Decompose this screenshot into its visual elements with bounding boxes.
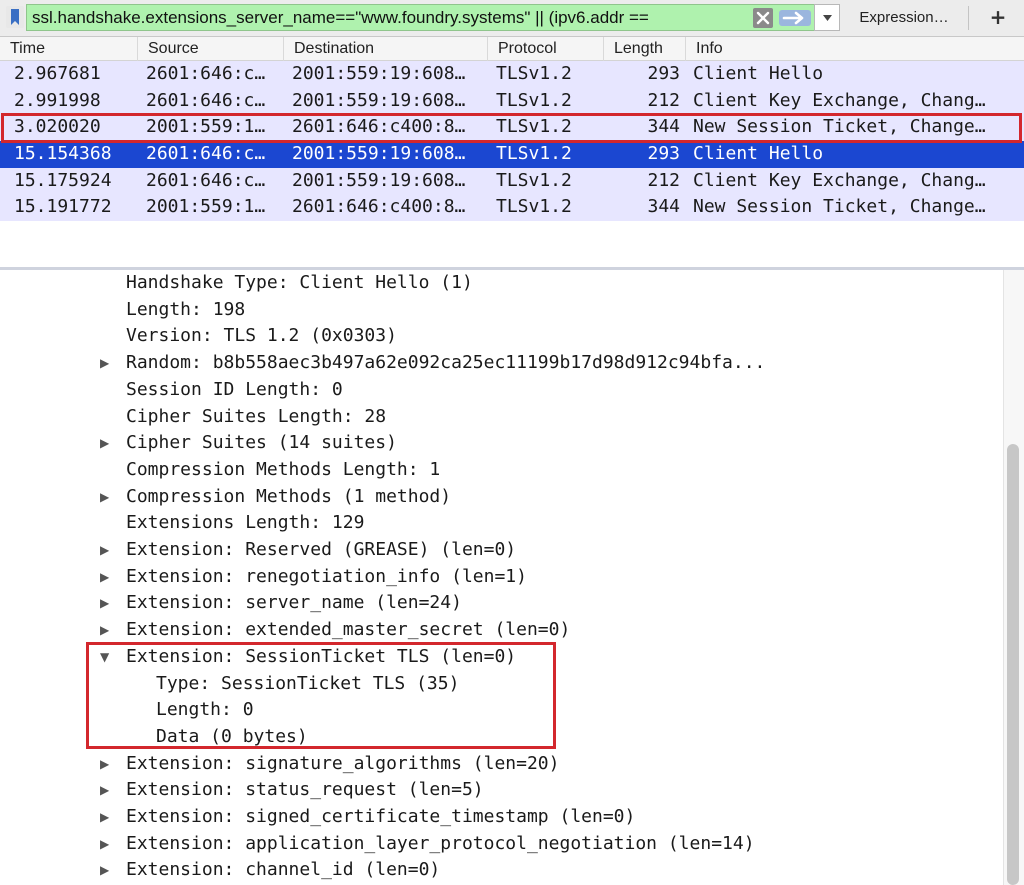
triangle-right-icon[interactable]: ▶ <box>100 350 109 377</box>
protocol-cell: TLSv1.2 <box>496 63 572 84</box>
time-cell: 15.191772 <box>14 196 112 218</box>
source-cell: 2601:646:c… <box>146 169 266 191</box>
detail-tree-item[interactable]: Length: 198 <box>126 297 245 324</box>
packet-details-tree: Handshake Type: Client Hello (1) Length: … <box>0 270 1000 885</box>
detail-tree-item[interactable]: Extension: channel_id (len=0) <box>126 857 440 884</box>
display-filter-input[interactable] <box>26 4 752 31</box>
triangle-right-icon[interactable]: ▶ <box>100 857 109 884</box>
detail-tree-item[interactable]: Random: b8b558aec3b497a62e092ca25ec11199… <box>126 350 765 377</box>
info-cell: Client Hello <box>693 143 824 165</box>
detail-tree-item[interactable]: Extension: extended_master_secret (len=0… <box>126 617 570 644</box>
column-header-time[interactable]: Time <box>0 37 138 61</box>
expression-button[interactable]: Expression… <box>846 3 962 32</box>
destination-cell: 2001:559:19:608… <box>292 169 466 191</box>
destination-cell: 2001:559:19:608… <box>292 63 466 84</box>
detail-tree-item[interactable]: Extension: signed_certificate_timestamp … <box>126 804 635 831</box>
detail-tree-item[interactable]: Cipher Suites (14 suites) <box>126 430 397 457</box>
triangle-right-icon[interactable]: ▶ <box>100 617 109 644</box>
time-cell: 15.175924 <box>14 169 112 191</box>
destination-cell: 2601:646:c400:8… <box>292 196 466 218</box>
detail-tree-item[interactable]: Extension: renegotiation_info (len=1) <box>126 564 527 591</box>
length-cell: 344 <box>647 196 680 218</box>
column-header-source[interactable]: Source <box>138 37 284 61</box>
info-cell: Client Key Exchange, Chang… <box>693 169 986 191</box>
source-cell: 2601:646:c… <box>146 63 266 84</box>
packet-row[interactable]: 2.967681 2601:646:c… 2001:559:19:608… TLSv1… <box>0 61 1024 88</box>
time-cell: 2.991998 <box>14 89 101 111</box>
display-filter-toolbar: Expression… + <box>0 0 1024 37</box>
detail-tree-item[interactable]: Extension: status_request (len=5) <box>126 777 484 804</box>
detail-tree-item[interactable]: Version: TLS 1.2 (0x0303) <box>126 323 397 350</box>
column-header-protocol[interactable]: Protocol <box>488 37 604 61</box>
source-cell: 2601:646:c… <box>146 143 266 165</box>
destination-cell: 2001:559:19:608… <box>292 143 466 165</box>
packet-list-header: Time Source Destination Protocol Length … <box>0 37 1024 61</box>
triangle-right-icon[interactable]: ▶ <box>100 804 109 831</box>
detail-tree-item[interactable]: Extensions Length: 129 <box>126 510 364 537</box>
length-cell: 212 <box>647 89 680 111</box>
destination-cell: 2001:559:19:608… <box>292 89 466 111</box>
detail-tree-item[interactable]: Session ID Length: 0 <box>126 377 343 404</box>
details-scrollbar-thumb[interactable] <box>1007 444 1019 885</box>
column-header-destination[interactable]: Destination <box>284 37 488 61</box>
triangle-right-icon[interactable]: ▶ <box>100 777 109 804</box>
triangle-right-icon[interactable]: ▶ <box>100 590 109 617</box>
column-header-info[interactable]: Info <box>686 37 1024 61</box>
length-cell: 212 <box>647 169 680 191</box>
packet-row[interactable]: 15.154368 2601:646:c… 2001:559:19:608… TLSv… <box>0 141 1024 168</box>
detail-tree-item[interactable]: Extension: server_name (len=24) <box>126 590 462 617</box>
filter-history-dropdown[interactable] <box>814 4 840 31</box>
column-header-length[interactable]: Length <box>604 37 686 61</box>
packet-row[interactable]: 2.991998 2601:646:c… 2001:559:19:608… TLSv1… <box>0 87 1024 115</box>
clear-filter-button[interactable] <box>752 4 776 31</box>
detail-tree-item[interactable]: Extension: Reserved (GREASE) (len=0) <box>126 537 516 564</box>
length-cell: 293 <box>647 63 680 84</box>
packet-row[interactable]: 15.191772 2001:559:1… 2601:646:c400:8… TLSv… <box>0 194 1024 222</box>
detail-tree-item[interactable]: Extension: signature_algorithms (len=20) <box>126 751 559 778</box>
session-ticket-highlight-box <box>86 642 556 749</box>
source-cell: 2001:559:1… <box>146 196 266 218</box>
time-cell: 2.967681 <box>14 63 101 84</box>
triangle-right-icon[interactable]: ▶ <box>100 537 109 564</box>
triangle-right-icon[interactable]: ▶ <box>100 484 109 511</box>
triangle-right-icon[interactable]: ▶ <box>100 831 109 858</box>
add-filter-button[interactable]: + <box>976 3 1020 32</box>
packet-highlight-box <box>1 113 1022 143</box>
protocol-cell: TLSv1.2 <box>496 169 572 191</box>
apply-filter-button[interactable] <box>776 4 814 31</box>
info-cell: New Session Ticket, Change… <box>693 196 986 218</box>
protocol-cell: TLSv1.2 <box>496 89 572 111</box>
time-cell: 15.154368 <box>14 143 112 165</box>
detail-tree-item[interactable]: Handshake Type: Client Hello (1) <box>126 270 473 297</box>
protocol-cell: TLSv1.2 <box>496 143 572 165</box>
detail-tree-item[interactable]: Compression Methods Length: 1 <box>126 457 440 484</box>
source-cell: 2601:646:c… <box>146 89 266 111</box>
triangle-right-icon[interactable]: ▶ <box>100 430 109 457</box>
bookmark-icon[interactable] <box>6 6 24 28</box>
triangle-right-icon[interactable]: ▶ <box>100 564 109 591</box>
protocol-cell: TLSv1.2 <box>496 196 572 218</box>
length-cell: 293 <box>647 143 680 165</box>
triangle-right-icon[interactable]: ▶ <box>100 751 109 778</box>
detail-tree-item[interactable]: Extension: application_layer_protocol_ne… <box>126 831 755 858</box>
detail-tree-item[interactable]: Cipher Suites Length: 28 <box>126 404 386 431</box>
detail-tree-item[interactable]: Compression Methods (1 method) <box>126 484 451 511</box>
toolbar-divider <box>968 6 969 30</box>
info-cell: Client Key Exchange, Chang… <box>693 89 986 111</box>
info-cell: Client Hello <box>693 63 824 84</box>
packet-row[interactable]: 15.175924 2601:646:c… 2001:559:19:608… TLSv… <box>0 167 1024 195</box>
